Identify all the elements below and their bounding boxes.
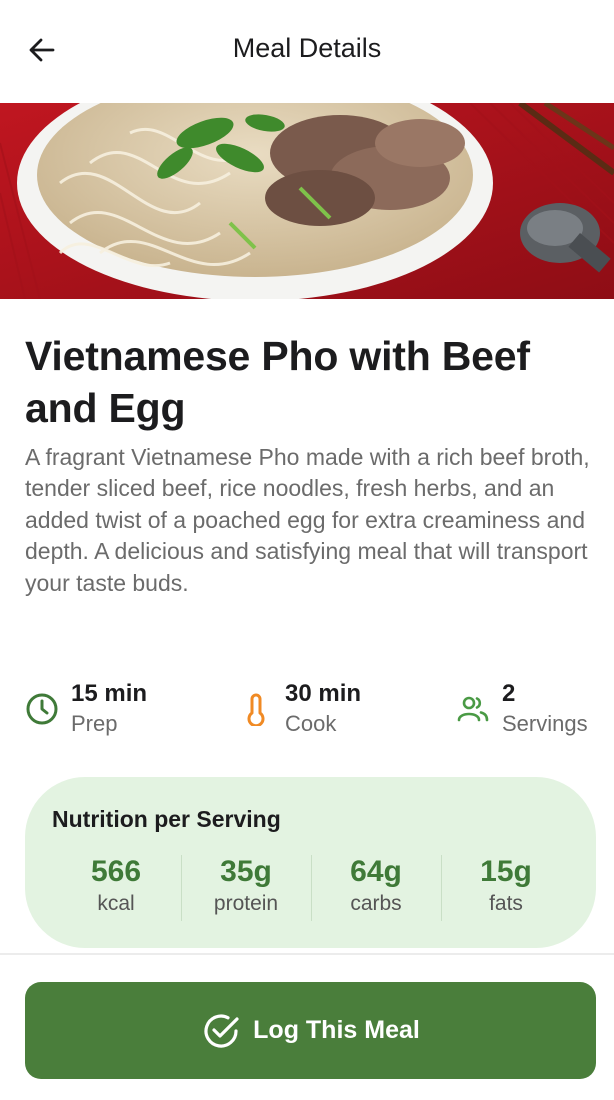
meal-hero-image [0, 103, 614, 299]
nutrition-protein-label: protein [213, 892, 279, 915]
stat-cook-label: Cook [285, 711, 337, 736]
bottom-divider [0, 953, 614, 955]
nutrition-fats-label: fats [489, 892, 523, 915]
nutrition-protein-value: 35g [220, 855, 272, 888]
nutrition-fats: 15g fats [441, 855, 571, 921]
log-meal-button[interactable]: Log This Meal [25, 982, 596, 1079]
nutrition-card: Nutrition per Serving 566 kcal 35g prote… [25, 777, 596, 948]
nutrition-fats-value: 15g [480, 855, 532, 888]
meal-description: A fragrant Vietnamese Pho made with a ri… [25, 444, 590, 596]
stat-servings-value: 2 [502, 680, 516, 707]
meal-title: Vietnamese Pho with Beef and Egg [25, 333, 530, 431]
nutrition-carbs: 64g carbs [311, 855, 441, 921]
stat-cook-value: 30 min [285, 680, 362, 707]
thermometer-icon [239, 692, 273, 726]
nutrition-protein: 35g protein [181, 855, 311, 921]
clock-icon [25, 692, 59, 726]
page-title: Meal Details [232, 33, 382, 63]
nutrition-kcal-value: 566 [90, 855, 142, 888]
top-bar: Meal Details [0, 0, 614, 103]
stat-prep-value: 15 min [71, 680, 148, 707]
stat-servings-label: Servings [502, 711, 588, 736]
check-circle-icon [201, 1011, 241, 1051]
nutrition-values: 566 kcal 35g protein 64g carbs 15g fats [51, 855, 571, 921]
nutrition-title: Nutrition per Serving [52, 806, 281, 832]
stat-prep-label: Prep [71, 711, 118, 736]
nutrition-kcal-label: kcal [97, 892, 135, 915]
log-meal-label: Log This Meal [253, 1016, 420, 1044]
meal-info: Vietnamese Pho with Beef and Egg A fragr… [25, 330, 595, 599]
users-icon [456, 692, 490, 726]
nutrition-carbs-value: 64g [350, 855, 402, 888]
meal-stats: 15 min Prep 30 min Cook 2 Servings [25, 680, 600, 740]
nutrition-carbs-label: carbs [350, 892, 402, 915]
nutrition-kcal: 566 kcal [51, 855, 181, 921]
